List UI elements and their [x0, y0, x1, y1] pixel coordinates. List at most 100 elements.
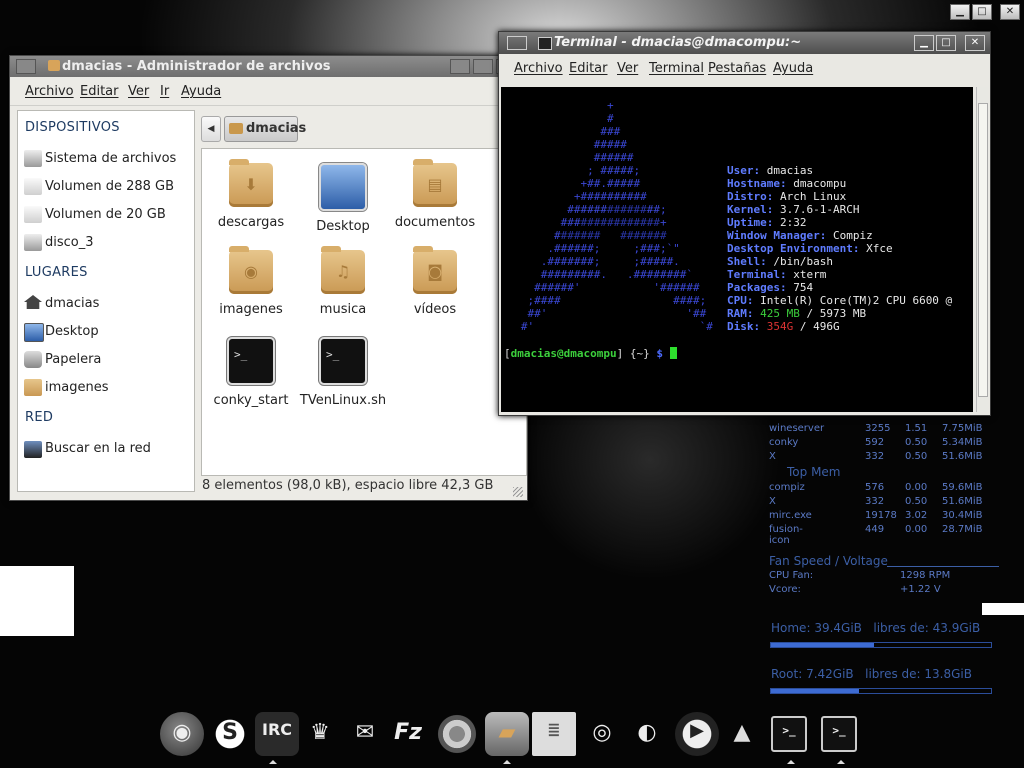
script-icon: >_	[319, 337, 367, 385]
text-editor-icon[interactable]: ≣	[532, 712, 576, 756]
sidebar-item-filesystem[interactable]: Sistema de archivos	[45, 151, 176, 166]
window-menu-button[interactable]	[16, 59, 36, 74]
menu-editar[interactable]: Editar	[80, 84, 119, 99]
menu-pestanas[interactable]: Pestañas	[708, 61, 766, 76]
menu-terminal[interactable]: Terminal	[649, 61, 704, 76]
root-used: 7.42GiB	[806, 667, 854, 681]
skype-icon[interactable]: S	[208, 712, 252, 756]
prompt-user: dmacias@dmacompu	[510, 347, 617, 360]
running-indicator	[837, 760, 845, 764]
menu-ayuda[interactable]: Ayuda	[181, 84, 221, 99]
close-button[interactable]: ✕	[965, 35, 985, 51]
sidebar-item-trash[interactable]: Papelera	[45, 352, 101, 367]
file-label: imagenes	[219, 302, 283, 317]
screenshot-icon[interactable]: ◐	[625, 712, 669, 756]
file-manager-titlebar[interactable]: dmacias - Administrador de archivos	[10, 56, 527, 77]
path-crumb-home[interactable]: dmacias	[224, 116, 306, 142]
menu-editar[interactable]: Editar	[569, 61, 608, 76]
arch-logo-ascii: + # ### ##### ###### ; #####; +##.##### …	[520, 99, 713, 333]
file-manager-icon[interactable]: ▰	[485, 712, 529, 756]
sidebar-item-network[interactable]: Buscar en la red	[45, 441, 151, 456]
info-disk-total: 496G	[813, 320, 840, 333]
path-back-button[interactable]: ◀	[201, 116, 221, 142]
info-user: dmacias	[766, 164, 814, 177]
blender-icon[interactable]: ◎	[580, 712, 624, 756]
file-item[interactable]: >_ conky_start	[205, 337, 297, 423]
root-free: 13.8GiB	[924, 667, 972, 681]
sidebar: DISPOSITIVOS Sistema de archivos Volumen…	[17, 110, 195, 492]
desktop-close-button[interactable]: ✕	[1000, 4, 1020, 20]
file-item[interactable]: ⬇ descargas	[205, 159, 297, 249]
drive-icon	[24, 234, 42, 251]
sidebar-item-volume-288[interactable]: Volumen de 288 GB	[45, 179, 174, 194]
sidebar-header-places: LUGARES	[25, 265, 88, 280]
root-usage-text: Root: 7.42GiB libres de: 13.8GiB	[771, 667, 972, 681]
window-title: dmacias - Administrador de archivos	[62, 59, 331, 74]
info-ram-used: 425 MB	[760, 307, 800, 320]
file-item[interactable]: ▤ documentos	[389, 159, 481, 249]
file-item[interactable]: ◙ vídeos	[389, 246, 481, 336]
sidebar-item-images[interactable]: imagenes	[45, 380, 109, 395]
proc-pid: 449	[865, 524, 885, 535]
running-indicator	[787, 760, 795, 764]
maximize-button[interactable]: □	[936, 35, 956, 51]
desktop-artifact	[0, 566, 74, 636]
menu-ir[interactable]: Ir	[160, 84, 169, 99]
irc-icon[interactable]: IRC	[255, 712, 299, 756]
sidebar-item-desktop[interactable]: Desktop	[45, 324, 99, 339]
desktop-folder-icon	[319, 163, 367, 211]
vlc-icon[interactable]: ▲	[720, 712, 764, 756]
cpu-fan-value: 1298 RPM	[900, 570, 951, 581]
terminal-output[interactable]: + # ### ##### ###### ; #####; +##.##### …	[501, 87, 973, 412]
sidebar-item-disco3[interactable]: disco_3	[45, 235, 94, 250]
terminal-icon	[538, 37, 552, 50]
home-usage-fill	[771, 643, 875, 647]
menu-ver[interactable]: Ver	[617, 61, 638, 76]
info-packages: 754	[793, 281, 814, 294]
file-item[interactable]: ◉ imagenes	[205, 246, 297, 336]
menu-ver[interactable]: Ver	[128, 84, 149, 99]
home-label: Home:	[771, 621, 811, 635]
wine-icon[interactable]: ♛	[298, 712, 342, 756]
terminal-titlebar[interactable]: Terminal - dmacias@dmacompu:~ ▁ □ ✕	[499, 32, 990, 54]
menu-archivo[interactable]: Archivo	[25, 84, 74, 99]
trash-icon	[24, 351, 42, 368]
file-label: musica	[319, 302, 367, 317]
path-crumb-label: dmacias	[246, 121, 307, 136]
file-item[interactable]: Desktop	[297, 163, 389, 249]
vcore-value: +1.22 V	[900, 584, 941, 595]
resize-grip[interactable]	[513, 487, 523, 497]
maximize-button[interactable]	[473, 59, 493, 74]
menu-archivo[interactable]: Archivo	[514, 61, 563, 76]
minimize-button[interactable]: ▁	[914, 35, 934, 51]
sidebar-item-volume-20[interactable]: Volumen de 20 GB	[45, 207, 166, 222]
file-item[interactable]: ♫ musica	[297, 246, 389, 336]
chrome-icon[interactable]	[435, 712, 479, 756]
terminal-scrollbar[interactable]	[976, 87, 988, 412]
info-ram-total: 5973 MB	[819, 307, 867, 320]
media-player-icon[interactable]: ▶	[675, 712, 719, 756]
terminal-icon[interactable]: >_	[821, 716, 857, 752]
folder-icon	[24, 379, 42, 396]
menu-ayuda[interactable]: Ayuda	[773, 61, 813, 76]
desktop-maximize-button[interactable]: □	[972, 4, 992, 20]
minimize-button[interactable]	[450, 59, 470, 74]
desktop-icon	[24, 323, 44, 342]
proc-name: conky	[769, 437, 799, 448]
script-icon: >_	[227, 337, 275, 385]
proc-pid: 592	[865, 437, 885, 448]
scrollbar-thumb[interactable]	[978, 103, 988, 397]
terminal-icon[interactable]: >_	[771, 716, 807, 752]
firefox-icon[interactable]: ◉	[160, 712, 204, 756]
window-menu-button[interactable]	[507, 36, 527, 50]
drive-icon	[24, 206, 42, 223]
mail-icon[interactable]: ✉	[343, 712, 387, 756]
filezilla-icon[interactable]: Fz	[386, 712, 430, 756]
info-disk-used: 354G	[766, 320, 794, 333]
sidebar-item-home[interactable]: dmacias	[45, 296, 99, 311]
window-title: Terminal - dmacias@dmacompu:~	[554, 35, 802, 50]
proc-pct: 0.50	[905, 496, 928, 507]
home-folder-icon	[229, 123, 243, 134]
file-item[interactable]: >_ TVenLinux.sh	[297, 337, 389, 423]
desktop-minimize-button[interactable]: ▁	[950, 4, 970, 20]
